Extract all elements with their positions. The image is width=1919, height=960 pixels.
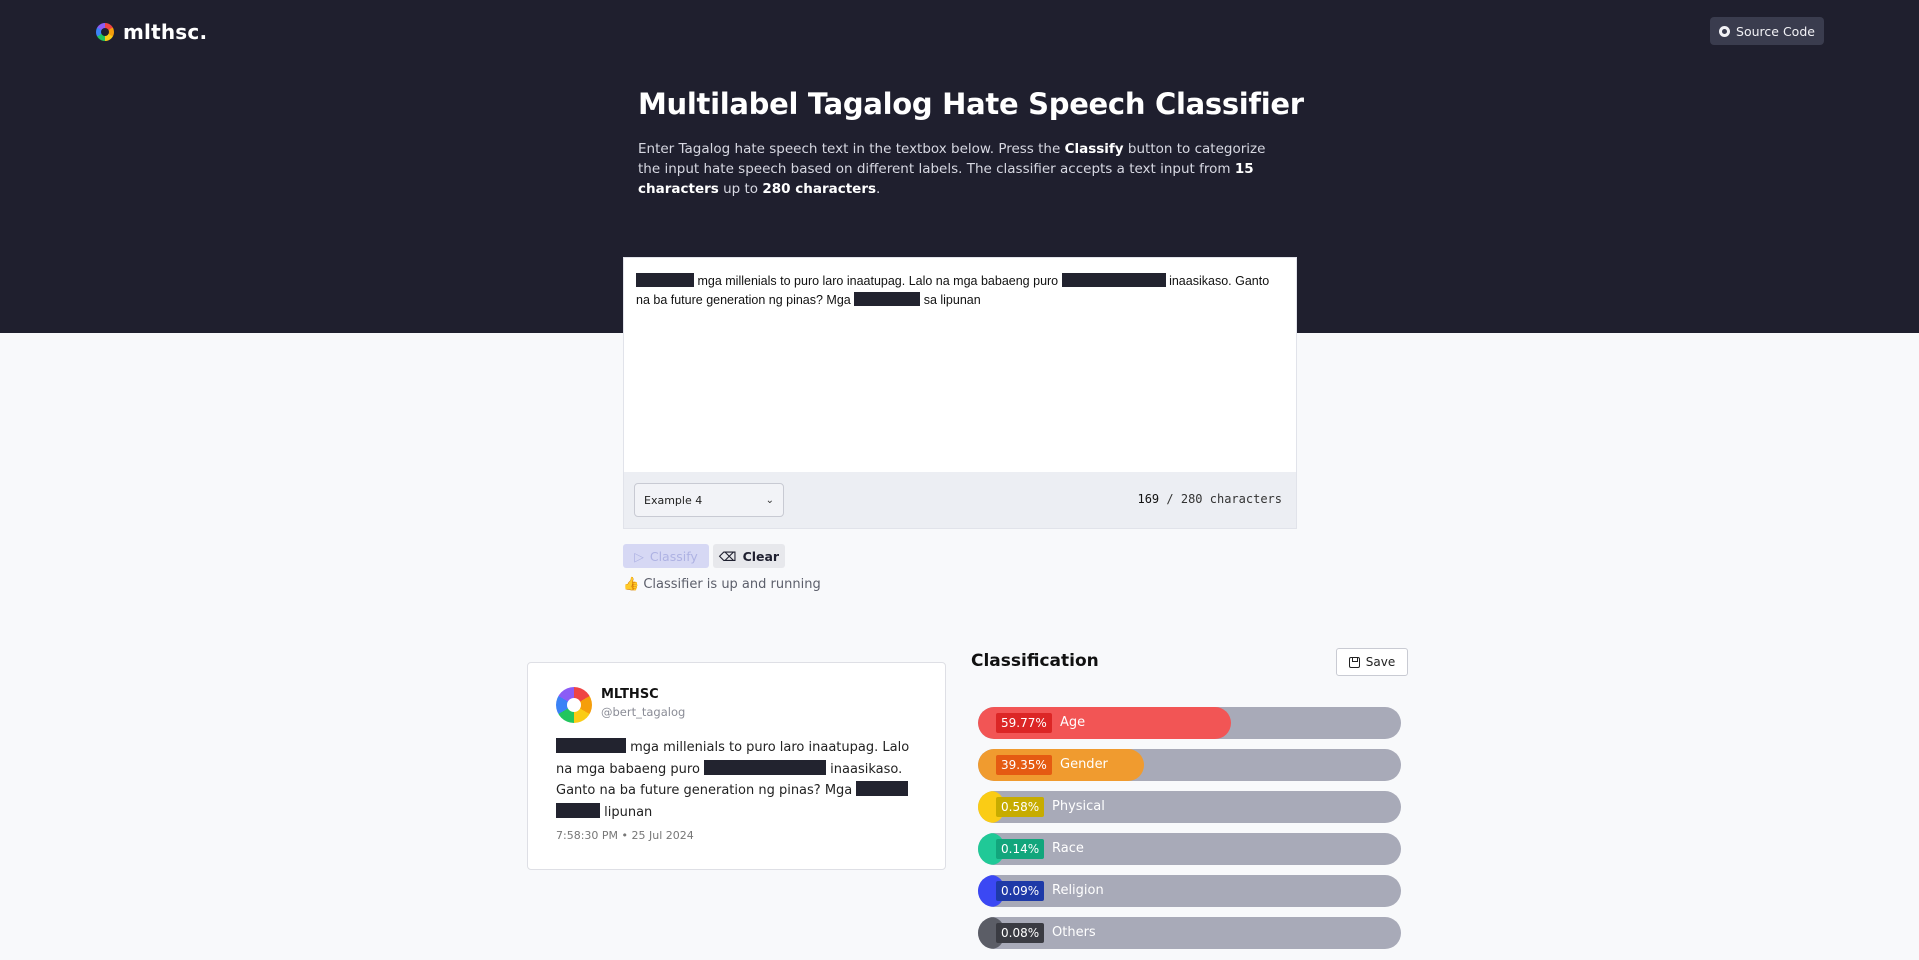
label-name: Religion	[1052, 883, 1104, 898]
character-counter: 169 / 280 characters	[1137, 492, 1282, 506]
label-name: Gender	[1060, 757, 1108, 772]
github-icon	[1719, 25, 1731, 37]
label-bar-age: 59.77% Age	[978, 707, 1401, 739]
avatar	[556, 687, 592, 723]
label-name: Others	[1052, 925, 1096, 940]
status-message: 👍 Classifier is up and running	[623, 577, 821, 592]
label-bar-others: 0.08% Others	[978, 917, 1401, 949]
input-text[interactable]: mga millenials to puro laro inaatupag. L…	[636, 272, 1284, 310]
logo-icon	[96, 23, 114, 41]
label-name: Physical	[1052, 799, 1105, 814]
send-icon: ▷	[634, 548, 644, 564]
save-button[interactable]: Save	[1336, 648, 1408, 676]
text-input-area[interactable]: mga millenials to puro laro inaatupag. L…	[623, 257, 1297, 529]
tweet-text: mga millenials to puro laro inaatupag. L…	[556, 738, 910, 820]
redacted-word	[556, 738, 626, 753]
tweet-timestamp: 7:58:30 PM • 25 Jul 2024	[556, 829, 694, 842]
source-code-button[interactable]: Source Code	[1710, 17, 1824, 45]
brand-logo[interactable]: mlthsc.	[96, 20, 207, 44]
redacted-word	[856, 781, 909, 796]
classify-label: Classify	[649, 548, 698, 564]
redacted-word	[1061, 273, 1166, 287]
brand-name: mlthsc.	[123, 20, 208, 44]
editor-footer: Example 4 ⌄ 169 / 280 characters	[624, 472, 1296, 528]
clear-label: Clear	[742, 548, 780, 564]
classify-button[interactable]: ▷ Classify	[623, 544, 709, 568]
label-bar-religion: 0.09% Religion	[978, 875, 1401, 907]
source-code-label: Source Code	[1736, 23, 1815, 39]
label-name: Race	[1052, 841, 1084, 856]
redacted-word	[636, 273, 694, 287]
save-label: Save	[1365, 655, 1396, 669]
label-percent: 0.14%	[996, 839, 1045, 859]
label-name: Age	[1060, 715, 1086, 730]
label-percent: 59.77%	[996, 713, 1052, 733]
label-percent: 39.35%	[996, 755, 1052, 775]
example-select[interactable]: Example 4 ⌄	[634, 483, 784, 517]
chevron-down-icon: ⌄	[765, 494, 774, 506]
label-bar-race: 0.14% Race	[978, 833, 1401, 865]
classification-bars: 59.77% Age 39.35% Gender 0.58% Physical 0.14% R…	[978, 707, 1401, 959]
example-selected: Example 4	[644, 493, 703, 507]
page-title: Multilabel Tagalog Hate Speech Classifie…	[638, 87, 1304, 121]
redacted-word	[854, 292, 921, 306]
clear-button[interactable]: ⌫ Clear	[713, 544, 785, 568]
redacted-word	[556, 802, 600, 818]
classification-title: Classification	[971, 651, 1099, 671]
save-icon	[1348, 656, 1360, 668]
label-bar-physical: 0.58% Physical	[978, 791, 1401, 823]
redacted-word	[704, 759, 827, 775]
label-percent: 0.08%	[996, 923, 1045, 943]
tweet-card: MLTHSC @bert_tagalog mga millenials to p…	[527, 662, 946, 870]
intro-text: Enter Tagalog hate speech text in the te…	[638, 141, 1266, 197]
backspace-icon: ⌫	[718, 548, 737, 564]
label-percent: 0.58%	[996, 797, 1045, 817]
label-bar-gender: 39.35% Gender	[978, 749, 1401, 781]
tweet-handle: @bert_tagalog	[601, 705, 686, 719]
tweet-name: MLTHSC	[601, 687, 659, 702]
label-percent: 0.09%	[996, 881, 1045, 901]
